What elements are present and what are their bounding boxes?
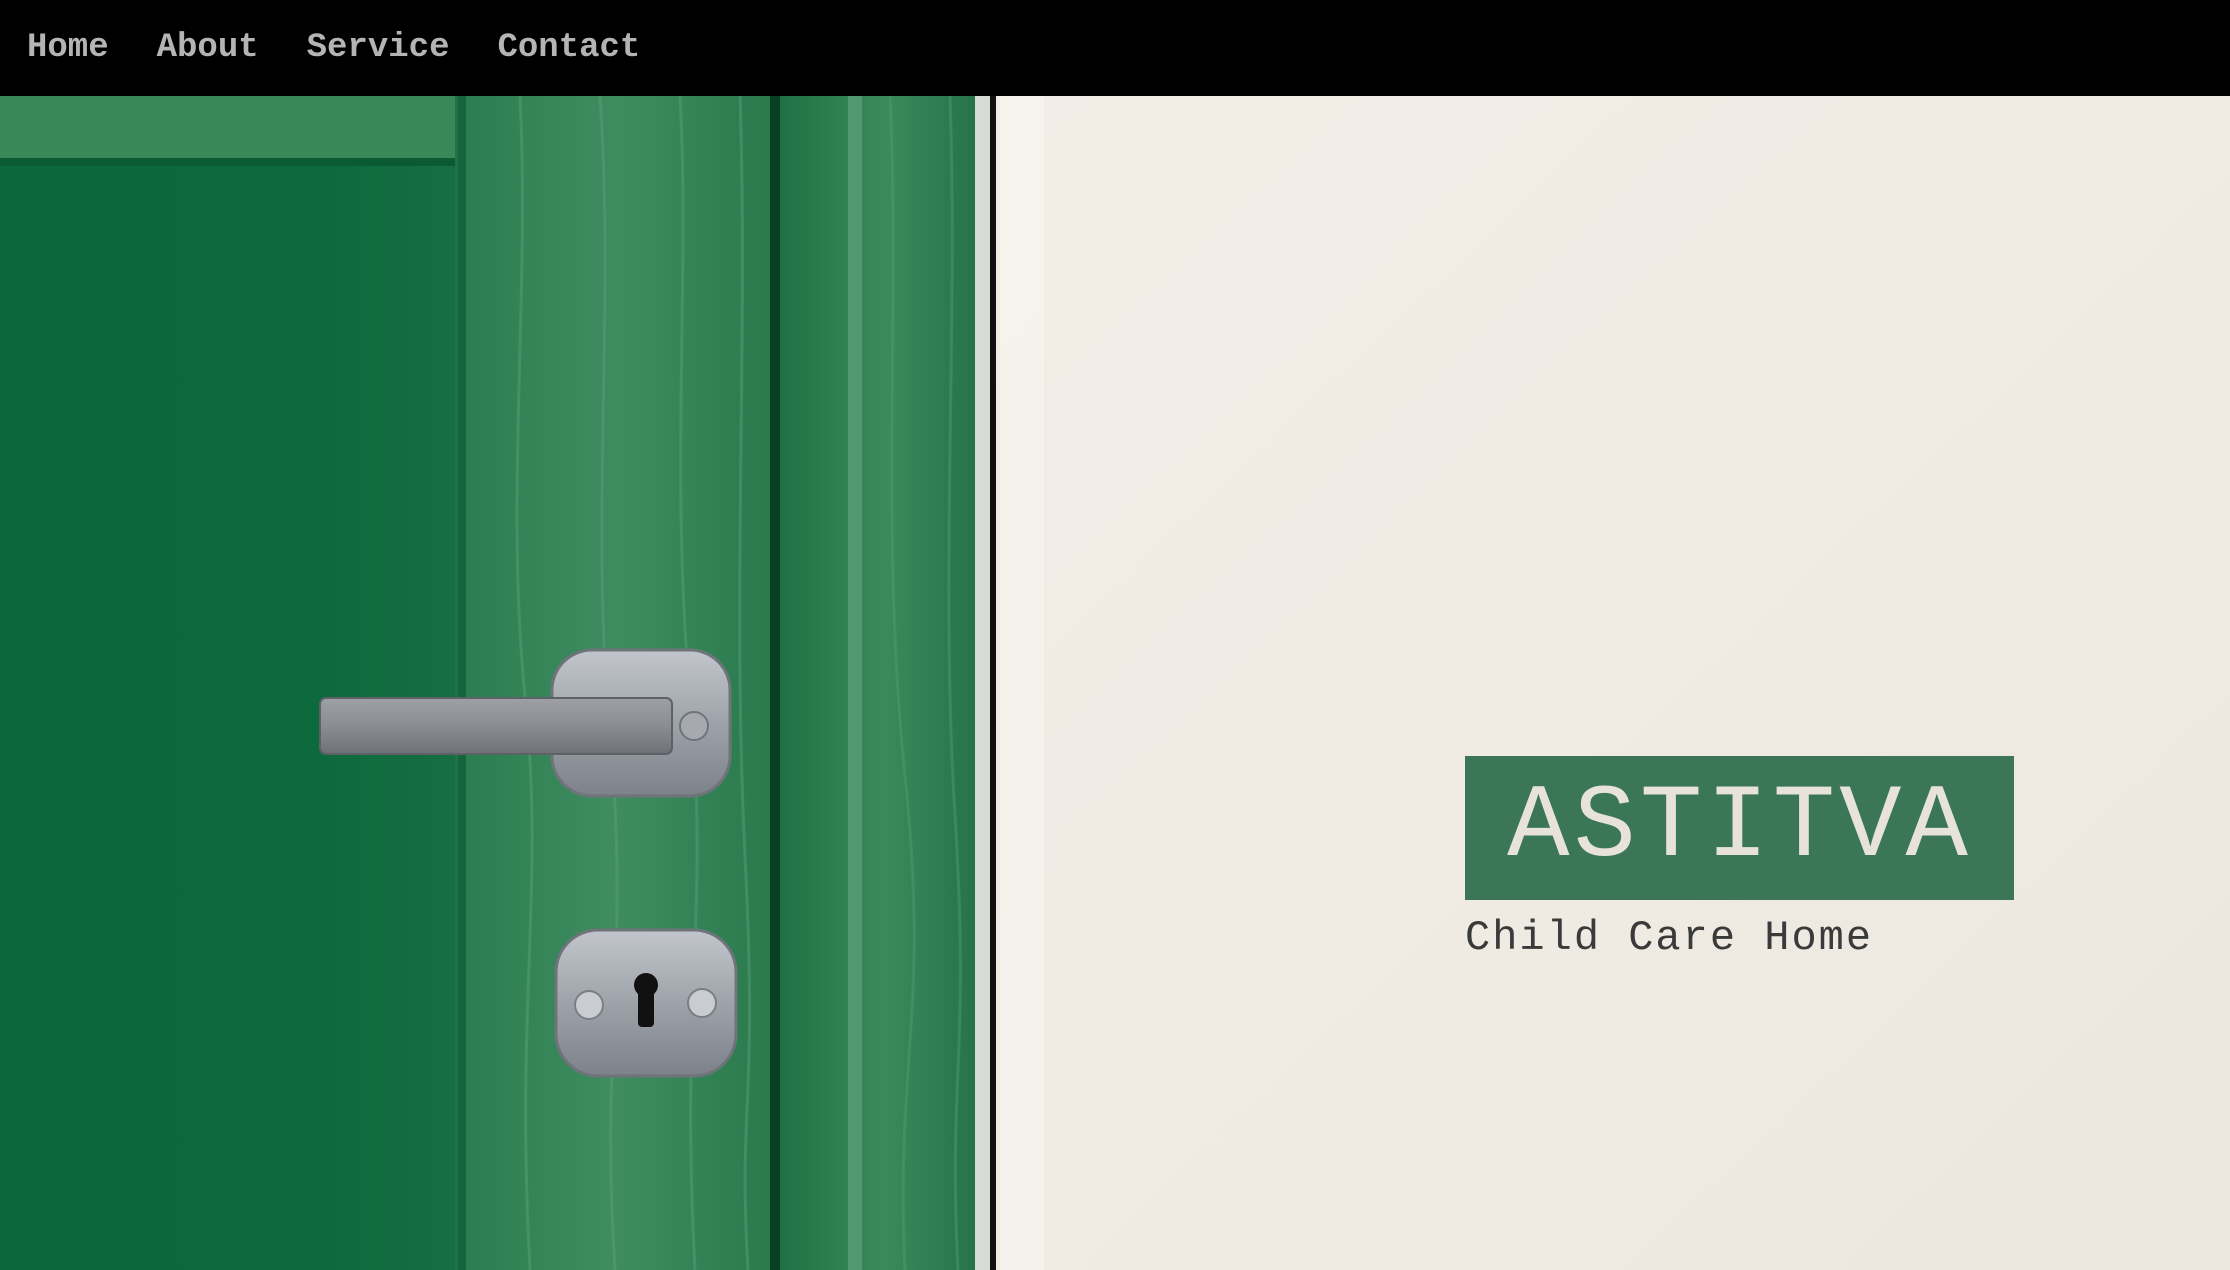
nav-link-service[interactable]: Service	[307, 29, 450, 67]
brand-title: ASTITVA	[1507, 769, 1972, 887]
nav-link-contact[interactable]: Contact	[497, 29, 640, 67]
brand-title-box: ASTITVA	[1465, 756, 2014, 900]
top-nav: Home About Service Contact	[0, 0, 2230, 96]
hero-section: ASTITVA Child Care Home	[0, 96, 2230, 1270]
nav-link-home[interactable]: Home	[27, 29, 109, 67]
green-door-photo	[0, 96, 2230, 1270]
nav-link-about[interactable]: About	[157, 29, 259, 67]
brand-tagline: Child Care Home	[1465, 914, 1874, 962]
